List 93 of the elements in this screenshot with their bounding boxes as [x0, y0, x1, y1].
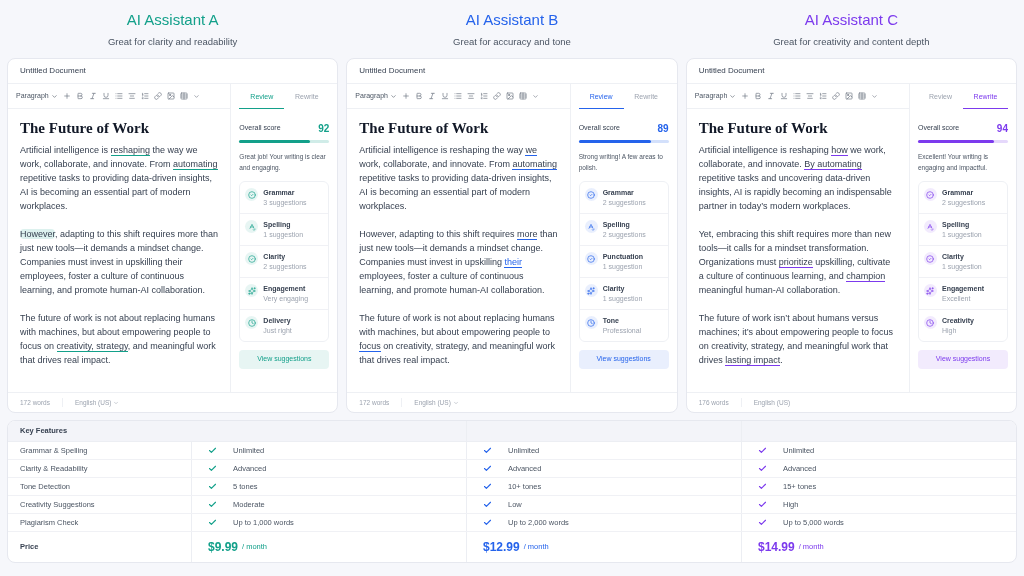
- bold-icon[interactable]: [754, 92, 763, 100]
- underlined-word[interactable]: reshaping: [110, 145, 151, 156]
- list-icon[interactable]: [454, 92, 463, 100]
- paragraph: However, adapting to this shift requires more than just new tools—it demands a mindset change. Companies must invest in upskilling their employees, foster a culture of continuous learning, and promote human-AI collaboration.: [20, 228, 219, 297]
- bold-icon[interactable]: [75, 92, 84, 100]
- price-amount: $9.99: [208, 539, 239, 556]
- italic-icon[interactable]: [428, 92, 437, 100]
- paragraph: Artificial intelligence is reshaping how we work, collaborate, and innovate. By automating repetitive tasks and uncovering data-driven insights, AI is rapidly becoming an indispensable partner in today’s modern workplaces.: [698, 144, 893, 213]
- caret-icon: [729, 92, 737, 100]
- underline-icon[interactable]: [101, 92, 110, 100]
- paragraph: The future of work is not about replacing humans with machines, but about empowering people to focus on creativity, strategy, and meaningful work that drives real impact.: [20, 312, 217, 367]
- plus-icon[interactable]: [62, 92, 71, 100]
- underlined-word[interactable]: automating: [512, 159, 557, 170]
- document-heading: The Future of Work: [20, 121, 151, 135]
- caret-icon[interactable]: [192, 92, 200, 100]
- numbered-list-icon[interactable]: [140, 92, 149, 100]
- check-circle-icon: [584, 252, 598, 265]
- assistant-tagline: Great for accuracy and tone: [453, 35, 571, 50]
- underline-icon[interactable]: [441, 92, 450, 100]
- caret-icon[interactable]: [532, 92, 540, 100]
- align-center-icon[interactable]: [127, 92, 136, 100]
- document-heading: The Future of Work: [698, 121, 829, 135]
- underlined-word[interactable]: champion: [846, 271, 886, 282]
- underlined-word[interactable]: automating: [173, 159, 218, 170]
- italic-icon[interactable]: [88, 92, 97, 100]
- document-title: Untitled Document: [698, 65, 765, 77]
- score-value: 89: [657, 122, 669, 136]
- document-title: Untitled Document: [359, 65, 426, 77]
- underlined-word[interactable]: By automating: [804, 159, 862, 170]
- spell-check-icon: [924, 220, 937, 233]
- underline-icon[interactable]: [780, 92, 789, 100]
- underlined-word[interactable]: prioritize: [778, 257, 813, 268]
- check-circle-icon: [924, 188, 937, 201]
- sparkle-icon: [584, 284, 598, 297]
- check-circle-icon: [245, 188, 259, 201]
- image-icon[interactable]: [845, 92, 854, 100]
- table-icon[interactable]: [179, 92, 188, 100]
- clock-icon: [245, 316, 259, 329]
- check-circle-icon: [924, 252, 937, 265]
- table-icon[interactable]: [519, 92, 528, 100]
- table-icon[interactable]: [858, 92, 867, 100]
- paragraph: Artificial intelligence is reshaping the way we work, collaborate, and innovate. From automating repetitive tasks to providing data-driven insights, AI is becoming an essential part of modern workplaces.: [20, 144, 219, 213]
- document-heading: The Future of Work: [359, 121, 490, 135]
- paragraph: The future of work isn’t about humans versus machines; it’s about empowering people to focus on creativity, strategy, and meaningful work that drives lasting impact.: [698, 312, 895, 367]
- caret-icon: [390, 92, 398, 100]
- sparkle-icon: [924, 284, 937, 297]
- score-value: 94: [996, 122, 1008, 136]
- list-icon[interactable]: [793, 92, 802, 100]
- link-icon[interactable]: [832, 92, 841, 100]
- clock-icon: [584, 316, 598, 329]
- underlined-word[interactable]: we: [525, 145, 537, 156]
- link-icon[interactable]: [493, 92, 502, 100]
- underlined-word[interactable]: more: [516, 229, 538, 240]
- plus-icon[interactable]: [741, 92, 750, 100]
- align-center-icon[interactable]: [467, 92, 476, 100]
- check-circle-icon: [245, 252, 259, 265]
- assistant-name: AI Assistant C: [804, 9, 898, 30]
- underlined-word[interactable]: focus: [359, 341, 381, 352]
- link-icon[interactable]: [153, 92, 162, 100]
- bold-icon[interactable]: [415, 92, 424, 100]
- assistant-tagline: Great for clarity and readability: [107, 35, 238, 50]
- caret-icon: [452, 399, 459, 406]
- spell-check-icon: [584, 220, 598, 233]
- score-value: 92: [318, 122, 330, 136]
- align-center-icon[interactable]: [806, 92, 815, 100]
- image-icon[interactable]: [166, 92, 175, 100]
- clock-icon: [924, 316, 937, 329]
- numbered-list-icon[interactable]: [819, 92, 828, 100]
- paragraph: However, adapting to this shift requires more than just new tools—it demands a mindset change. Companies must invest in upskilling their employees, foster a culture of continuous learning, and promote human-AI collaboration.: [359, 228, 558, 297]
- plus-icon[interactable]: [402, 92, 411, 100]
- caret-icon: [113, 399, 120, 406]
- list-icon[interactable]: [114, 92, 123, 100]
- underlined-word[interactable]: how: [831, 145, 848, 156]
- caret-icon[interactable]: [871, 92, 879, 100]
- document-title: Untitled Document: [20, 65, 86, 77]
- underlined-word[interactable]: their: [504, 257, 522, 268]
- image-icon[interactable]: [506, 92, 515, 100]
- price-amount: $12.99: [483, 539, 520, 556]
- caret-icon: [50, 92, 58, 100]
- assistant-name: AI Assistant B: [465, 9, 559, 30]
- price-amount: $14.99: [758, 539, 795, 556]
- sparkle-icon: [245, 284, 259, 297]
- check-circle-icon: [584, 188, 598, 201]
- numbered-list-icon[interactable]: [480, 92, 489, 100]
- italic-icon[interactable]: [767, 92, 776, 100]
- paragraph: Yet, embracing this shift requires more than new tools—it calls for a mindset transformation. Organizations must prioritize upskilling, cultivate a culture of continuous learning, and champion meaningful human-AI collaboration.: [698, 228, 892, 297]
- underlined-word[interactable]: creativity, strategy: [56, 341, 128, 352]
- highlighted-word[interactable]: However: [20, 229, 55, 239]
- assistant-name: AI Assistant A: [126, 9, 219, 30]
- spell-check-icon: [245, 220, 259, 233]
- paragraph: Artificial intelligence is reshaping the way we work, collaborate, and innovate. From automating repetitive tasks to providing data-driven insights, AI is becoming an essential part of modern workplaces.: [359, 144, 558, 213]
- assistant-tagline: Great for creativity and content depth: [773, 35, 930, 50]
- paragraph: The future of work is not about replacing humans with machines, but about empowering people to focus on creativity, strategy, and meaningful work that drives real impact.: [359, 312, 557, 367]
